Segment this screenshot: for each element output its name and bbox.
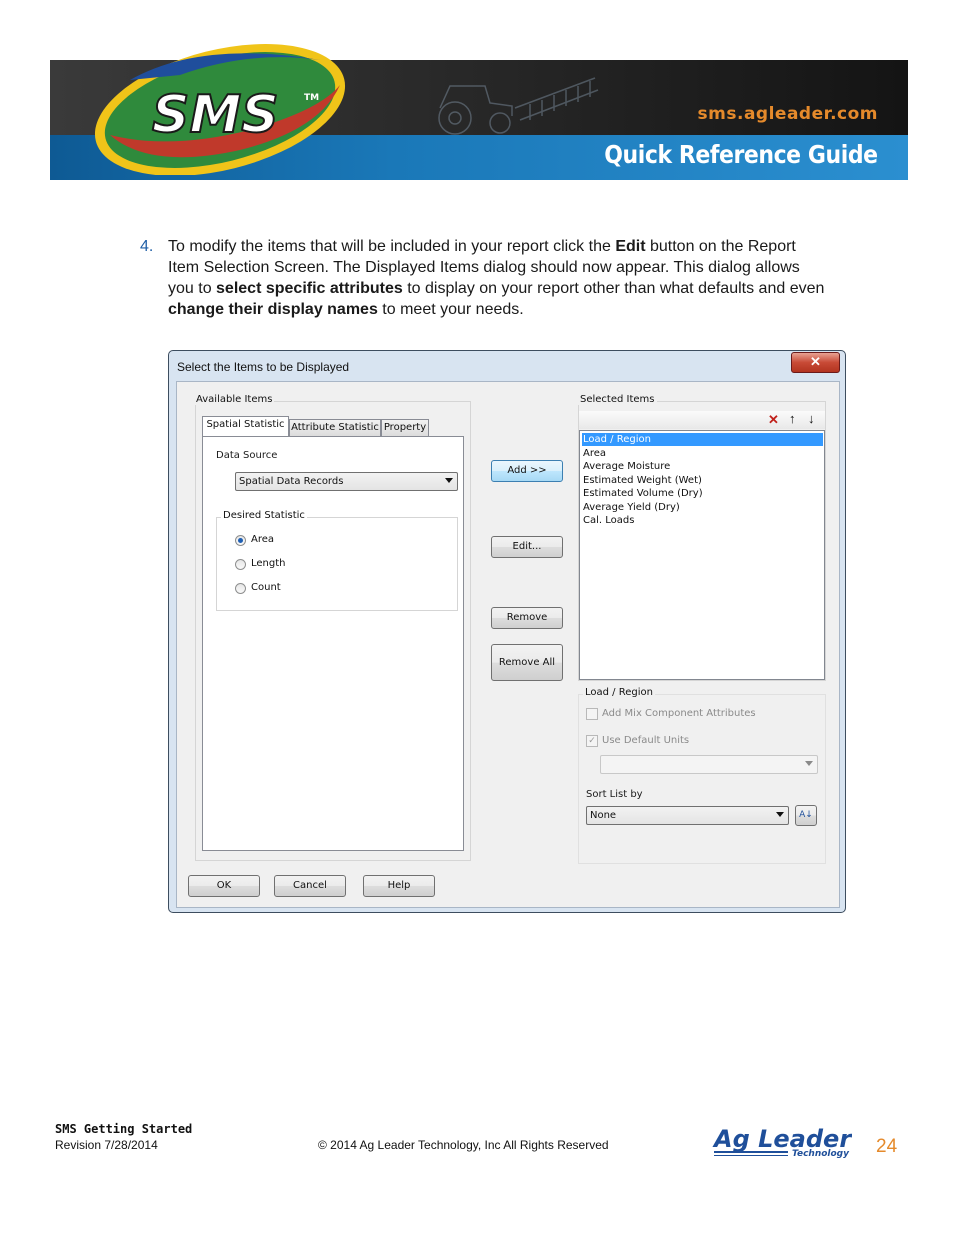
- remove-all-button[interactable]: Remove All: [491, 644, 563, 681]
- help-button[interactable]: Help: [363, 875, 435, 897]
- svg-text:Technology: Technology: [792, 1149, 850, 1159]
- list-item[interactable]: Cal. Loads: [582, 514, 634, 527]
- step-text-run: to meet your needs.: [377, 301, 524, 318]
- ok-button[interactable]: OK: [188, 875, 260, 897]
- data-source-value: Spatial Data Records: [239, 476, 344, 487]
- sort-direction-button[interactable]: A↓: [795, 805, 817, 826]
- chevron-down-icon: [445, 478, 453, 483]
- item-options-label: Load / Region: [583, 687, 655, 698]
- radio-circle: [235, 559, 246, 570]
- displayed-items-dialog: Select the Items to be Displayed ✕ Avail…: [168, 350, 846, 913]
- selected-items-toolbar: ✕ ↑ ↓: [579, 411, 825, 429]
- radio-circle: [235, 535, 246, 546]
- remove-button[interactable]: Remove: [491, 607, 563, 629]
- dialog-client: Available Items Spatial Statistic Attrib…: [176, 381, 840, 908]
- site-url: sms.agleader.com: [697, 104, 878, 124]
- tab-panel: Data Source Spatial Data Records Desired…: [202, 436, 464, 851]
- guide-title: Quick Reference Guide: [604, 140, 879, 169]
- dialog-titlebar[interactable]: Select the Items to be Displayed ✕: [169, 351, 845, 381]
- tab-property[interactable]: Property: [381, 419, 429, 436]
- step-number: 4.: [140, 238, 154, 255]
- sms-logo: SMS TM: [94, 44, 346, 175]
- step-text-emphasis: change their display names: [168, 301, 378, 318]
- close-button[interactable]: ✕: [791, 352, 840, 373]
- step-text-emphasis: Edit: [615, 238, 646, 255]
- sort-value: None: [590, 810, 617, 821]
- move-up-icon[interactable]: ↑: [789, 411, 796, 426]
- sort-list-by-label: Sort List by: [586, 789, 643, 800]
- step-text-run: to display on your report other than wha…: [402, 280, 825, 297]
- list-item[interactable]: Average Yield (Dry): [582, 501, 680, 514]
- tab-spatial-statistic[interactable]: Spatial Statistic: [202, 416, 289, 436]
- available-items-label: Available Items: [194, 394, 275, 405]
- list-item[interactable]: Estimated Weight (Wet): [582, 474, 702, 487]
- chevron-down-icon: [805, 761, 813, 766]
- desired-statistic-label: Desired Statistic: [221, 510, 307, 521]
- radio-label: Area: [251, 534, 275, 545]
- page-number: 24: [876, 1136, 898, 1157]
- tab-attribute-statistic[interactable]: Attribute Statistic: [289, 419, 381, 436]
- header-banner: SMS TM sms.agleader.com Quick Reference …: [50, 44, 908, 180]
- cancel-button[interactable]: Cancel: [274, 875, 346, 897]
- move-down-icon[interactable]: ↓: [808, 411, 815, 426]
- svg-text:SMS: SMS: [152, 85, 279, 145]
- delete-icon[interactable]: ✕: [768, 412, 779, 428]
- checkbox-box: [586, 708, 598, 720]
- data-source-select[interactable]: Spatial Data Records: [235, 472, 458, 491]
- data-source-label: Data Source: [216, 450, 278, 461]
- chevron-down-icon: [776, 812, 784, 817]
- svg-text:TM: TM: [304, 93, 319, 103]
- list-item[interactable]: Estimated Volume (Dry): [582, 487, 703, 500]
- tractor-watermark-icon: [438, 77, 599, 135]
- sort-select[interactable]: None: [586, 806, 789, 825]
- checkbox-label: Use Default Units: [602, 735, 690, 746]
- step-text-emphasis: select specific attributes: [216, 280, 403, 297]
- ag-leader-logo: Ag Leader Technology: [712, 1125, 852, 1159]
- units-select[interactable]: [600, 755, 818, 774]
- list-item[interactable]: Load / Region: [582, 433, 823, 446]
- checkbox-label: Add Mix Component Attributes: [602, 708, 756, 719]
- dialog-title: Select the Items to be Displayed: [177, 360, 350, 374]
- radio-circle: [235, 583, 246, 594]
- revision: Revision 7/28/2014: [55, 1138, 158, 1152]
- radio-label: Length: [251, 558, 286, 569]
- add-button[interactable]: Add >>: [491, 460, 563, 482]
- edit-button[interactable]: Edit...: [491, 536, 563, 558]
- doc-title: SMS Getting Started: [55, 1122, 193, 1136]
- list-item[interactable]: Average Moisture: [582, 460, 670, 473]
- selected-items-label: Selected Items: [578, 394, 657, 405]
- radio-label: Count: [251, 582, 281, 593]
- item-options-group: [578, 694, 826, 864]
- step-text: To modify the items that will be include…: [168, 236, 828, 320]
- step-text-run: To modify the items that will be include…: [168, 238, 616, 255]
- list-item[interactable]: Area: [582, 447, 606, 460]
- copyright: © 2014 Ag Leader Technology, Inc All Rig…: [318, 1138, 609, 1152]
- selected-items-list[interactable]: Load / Region Area Average Moisture Estimat…: [579, 430, 825, 680]
- check-icon: ✓: [586, 735, 598, 747]
